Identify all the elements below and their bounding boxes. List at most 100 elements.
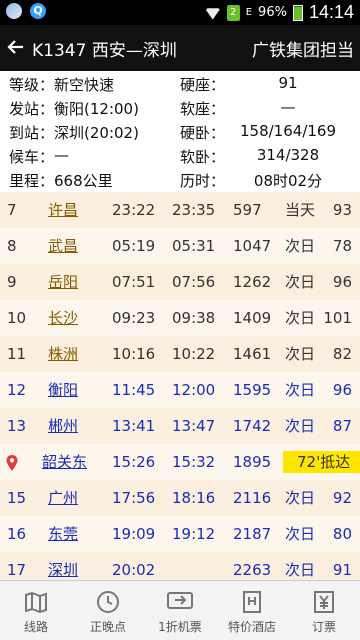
stop-number: 15 [7,489,27,507]
info-key: 历时： [180,172,226,190]
info-value: 新空快速 [54,76,115,94]
station-link[interactable]: 东莞 [48,516,78,552]
station-link[interactable]: 武昌 [48,228,78,264]
info-row: 等级： 新空快速 硬座： 91 [0,74,360,97]
clock-time: 14:14 [308,2,354,22]
info-key: 硬卧： [180,124,226,142]
price: 96 [332,381,352,399]
arrival-time: 19:09 [112,525,156,543]
table-row-current[interactable]: 韶关东 15:26 15:32 1895 72'抵达 [0,444,360,480]
departure-time: 18:16 [172,489,216,507]
price: 82 [332,345,352,363]
station-link[interactable]: 广州 [48,480,78,516]
info-row: 发站： 衡阳(12:00) 软座： — [0,98,360,121]
station-link[interactable]: 衡阳 [48,372,78,408]
table-row[interactable]: 13 郴州 13:41 13:47 1742 次日 87 [0,408,360,444]
stop-number: 10 [7,309,27,327]
info-value: — [54,146,69,164]
nav-hotel-deals[interactable]: 特价酒店 [216,581,288,640]
departure-time: 10:22 [172,345,216,363]
battery-icon [292,4,303,21]
nav-route[interactable]: 线路 [0,581,72,640]
status-bar: Q 2 E 96% 14:14 [0,0,360,25]
price: 87 [332,417,352,435]
station-link[interactable]: 长沙 [48,300,78,336]
sim-icon: 2 [226,4,240,21]
station-link[interactable]: 郴州 [48,408,78,444]
price: 93 [332,201,352,219]
stop-number: 16 [7,525,27,543]
table-row[interactable]: 10 长沙 09:23 09:38 1409 次日 101 [0,300,360,336]
departure-time: 13:47 [172,417,216,435]
departure-time: 23:35 [172,201,216,219]
day-label: 次日 [285,417,316,435]
departure-time: 19:12 [172,525,216,543]
stop-number: 13 [7,417,27,435]
arrival-time: 15:26 [112,453,156,471]
arrival-time: 23:22 [112,201,156,219]
arrival-time: 10:16 [112,345,156,363]
stop-number: 8 [7,237,17,255]
day-label: 次日 [285,309,316,327]
clock-icon [97,591,119,613]
arrival-time: 05:19 [112,237,156,255]
info-value: 668公里 [54,172,113,190]
table-row[interactable]: 9 岳阳 07:51 07:56 1262 次日 96 [0,264,360,300]
day-label: 次日 [285,345,316,363]
table-row[interactable]: 7 许昌 23:22 23:35 597 当天 93 [0,192,360,228]
day-label: 次日 [285,381,316,399]
info-value: 314/328 [256,146,320,164]
distance-km: 1047 [233,237,272,255]
departure-time: 12:00 [172,381,216,399]
price: 78 [332,237,352,255]
back-arrow-icon[interactable] [7,38,25,56]
table-row[interactable]: 8 武昌 05:19 05:31 1047 次日 78 [0,228,360,264]
nav-booking[interactable]: 订票 [288,581,360,640]
table-row[interactable]: 11 株洲 10:16 10:22 1461 次日 82 [0,336,360,372]
info-row: 到站： 深圳(20:02) 硬卧： 158/164/169 [0,122,360,145]
nav-delay-status[interactable]: 正晚点 [72,581,144,640]
station-link[interactable]: 岳阳 [48,264,78,300]
signal-type-label: E [245,7,253,18]
table-row[interactable]: 15 广州 17:56 18:16 2116 次日 92 [0,480,360,516]
departure-time: 05:31 [172,237,216,255]
stop-number: 12 [7,381,27,399]
info-row: 候车： — 软卧： 314/328 [0,146,360,169]
distance-km: 2187 [233,525,272,543]
departure-time: 15:32 [172,453,216,471]
plane-ticket-icon [167,592,193,609]
map-icon [25,591,47,614]
info-value: 91 [278,74,298,92]
stop-number: 7 [7,201,17,219]
station-link[interactable]: 韶关东 [42,444,87,480]
train-info-panel: 等级： 新空快速 硬座： 91 发站： 衡阳(12:00) 软座： — 到站： … [0,71,360,196]
distance-km: 1461 [233,345,272,363]
ticket-icon [314,591,334,613]
info-key: 硬座： [180,76,226,94]
station-link[interactable]: 许昌 [48,192,78,228]
info-key: 软座： [180,100,226,118]
table-row[interactable]: 16 东莞 19:09 19:12 2187 次日 80 [0,516,360,552]
table-row[interactable]: 12 衡阳 11:45 12:00 1595 次日 96 [0,372,360,408]
distance-km: 1742 [233,417,272,435]
bottom-navigation: 线路 正晚点 1折机票 特价酒店 订票 [0,580,360,640]
info-value: 深圳(20:02) [54,124,139,142]
arrival-time: 17:56 [112,489,156,507]
price: 101 [323,309,352,327]
wifi-icon [204,8,221,20]
distance-km: 597 [233,201,262,219]
info-value: 衡阳(12:00) [54,100,139,118]
day-label: 次日 [285,525,316,543]
nav-flight-deals[interactable]: 1折机票 [144,581,216,640]
nav-label: 特价酒店 [227,620,276,634]
distance-km: 1262 [233,273,272,291]
arrival-time: 09:23 [112,309,156,327]
nav-label: 正晚点 [89,620,126,634]
title-bar: K1347 西安—深圳 广铁集团担当 [0,25,360,71]
distance-km: 1409 [233,309,272,327]
distance-km: 2116 [233,489,272,507]
page-title: K1347 西安—深圳 [32,41,177,61]
distance-km: 1595 [233,381,272,399]
distance-km: 1895 [233,453,272,471]
station-link[interactable]: 株洲 [48,336,78,372]
